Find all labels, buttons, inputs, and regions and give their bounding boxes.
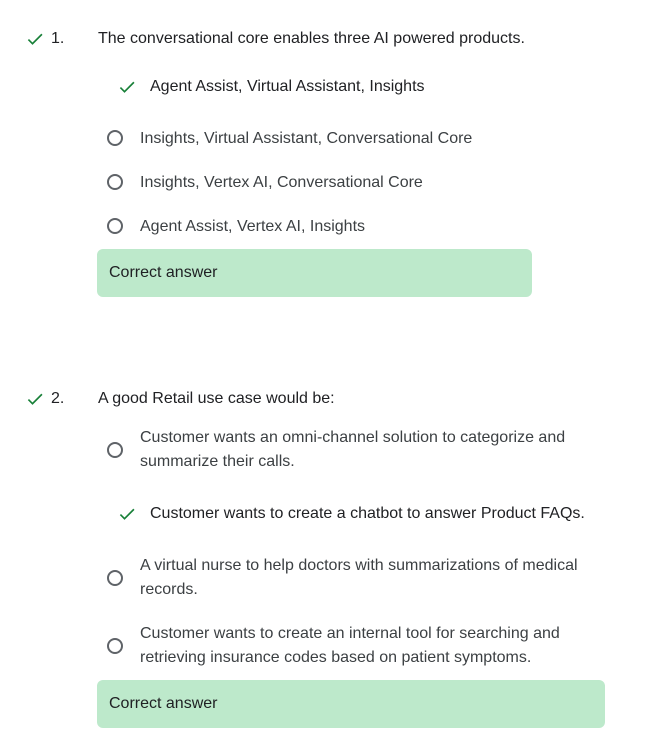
radio-button[interactable]	[107, 130, 123, 146]
checkmark-icon	[25, 389, 45, 409]
answer-option-label: Customer wants to create an internal too…	[140, 625, 560, 666]
question-text: A good Retail use case would be:	[98, 390, 335, 407]
answer-option-label: Customer wants an omni-channel solution …	[140, 429, 566, 470]
answer-option-label: Agent Assist, Vertex AI, Insights	[140, 218, 366, 235]
answer-option-label: A virtual nurse to help doctors with sum…	[140, 557, 578, 598]
answer-option-label: Customer wants to create a chatbot to an…	[150, 505, 585, 522]
radio-button[interactable]	[107, 442, 123, 458]
question-number: 2.	[51, 390, 65, 407]
answer-option-label: Insights, Vertex AI, Conversational Core	[140, 174, 423, 191]
checkmark-icon	[117, 77, 137, 97]
feedback-correct-answer: Correct answer	[97, 249, 532, 297]
radio-button[interactable]	[107, 218, 123, 234]
radio-button[interactable]	[107, 638, 123, 654]
checkmark-icon	[117, 504, 137, 524]
feedback-correct-answer: Correct answer	[97, 680, 605, 728]
radio-button[interactable]	[107, 570, 123, 586]
question-2-header: 2. A good Retail use case would be:	[0, 387, 646, 411]
checkmark-icon	[25, 29, 45, 49]
answer-option-label: Insights, Virtual Assistant, Conversatio…	[140, 130, 473, 147]
answer-option-label: Agent Assist, Virtual Assistant, Insight…	[150, 78, 425, 95]
question-1-header: 1. The conversational core enables three…	[0, 27, 646, 51]
question-number: 1.	[51, 30, 65, 47]
question-text: The conversational core enables three AI…	[98, 30, 525, 47]
radio-button[interactable]	[107, 174, 123, 190]
